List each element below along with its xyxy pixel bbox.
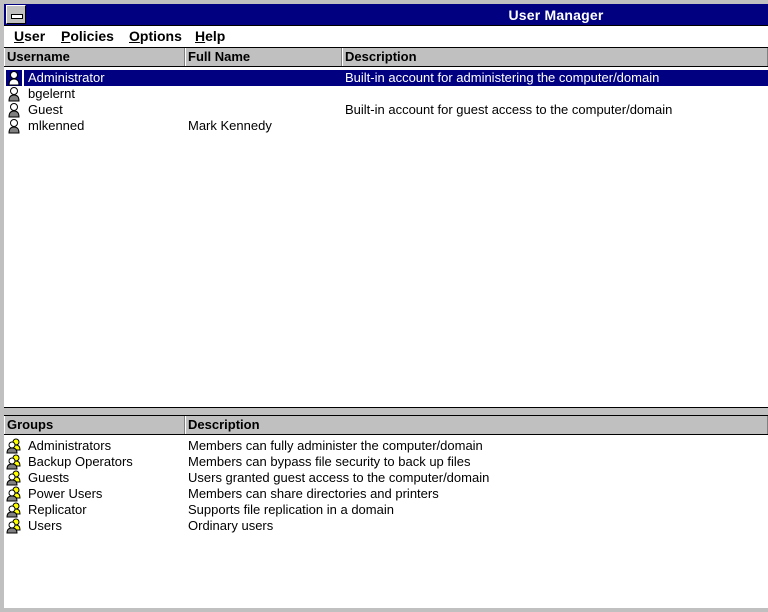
group-name: Guests <box>28 470 70 485</box>
menu-policies[interactable]: Policies <box>61 28 114 44</box>
full-name: Mark Kennedy <box>188 118 272 133</box>
title-bar[interactable]: User Manager <box>4 4 768 26</box>
user-row[interactable]: bgelernt <box>4 86 768 102</box>
group-row[interactable]: Users Ordinary users <box>4 518 768 534</box>
group-row[interactable]: Administrators Members can fully adminis… <box>4 438 768 454</box>
groups-list[interactable]: Groups Description Administrators Member… <box>4 416 768 608</box>
group-name: Power Users <box>28 486 103 501</box>
description: Built-in account for guest access to the… <box>345 102 673 117</box>
username: mlkenned <box>28 118 85 133</box>
user-icon <box>8 103 20 118</box>
username: bgelernt <box>28 86 75 101</box>
group-name: Administrators <box>28 438 112 453</box>
group-description: Members can bypass file security to back… <box>188 454 471 469</box>
user-icon <box>6 70 22 86</box>
group-description: Ordinary users <box>188 518 274 533</box>
group-name: Replicator <box>28 502 87 517</box>
menu-help[interactable]: Help <box>195 28 225 44</box>
users-list[interactable]: Username Full Name Description Administr… <box>4 48 768 407</box>
pane-splitter[interactable] <box>4 407 768 416</box>
username: Guest <box>28 102 63 117</box>
group-icon <box>6 454 21 470</box>
column-groups[interactable]: Groups <box>4 416 185 434</box>
group-row[interactable]: Power Users Members can share directorie… <box>4 486 768 502</box>
group-name: Users <box>28 518 62 533</box>
group-icon <box>6 502 21 518</box>
group-icon <box>6 486 21 502</box>
menu-options[interactable]: Options <box>129 28 182 44</box>
column-full-name[interactable]: Full Name <box>185 48 342 66</box>
group-name: Backup Operators <box>28 454 133 469</box>
group-description: Users granted guest access to the comput… <box>188 470 490 485</box>
user-row[interactable]: Administrator Built-in account for admin… <box>4 70 768 86</box>
column-description[interactable]: Description <box>342 48 768 66</box>
group-row[interactable]: Replicator Supports file replication in … <box>4 502 768 518</box>
group-description: Members can share directories and printe… <box>188 486 439 501</box>
username: Administrator <box>28 70 105 85</box>
user-icon <box>8 119 20 134</box>
group-icon <box>6 438 21 454</box>
user-icon <box>8 87 20 102</box>
menu-user-rest: ser <box>24 28 46 44</box>
group-icon <box>6 470 21 486</box>
group-row[interactable]: Backup Operators Members can bypass file… <box>4 454 768 470</box>
description: Built-in account for administering the c… <box>345 70 660 85</box>
group-description: Members can fully administer the compute… <box>188 438 483 453</box>
window-title: User Manager <box>508 7 604 23</box>
column-username[interactable]: Username <box>4 48 185 66</box>
user-row[interactable]: Guest Built-in account for guest access … <box>4 102 768 118</box>
menu-bar: User Policies Options Help <box>4 26 768 48</box>
menu-user[interactable]: User <box>14 28 45 44</box>
groups-header: Groups Description <box>4 416 768 435</box>
group-icon <box>6 518 21 534</box>
column-group-description[interactable]: Description <box>185 416 768 434</box>
user-manager-window: User Manager User Policies Options Help … <box>0 0 768 612</box>
group-description: Supports file replication in a domain <box>188 502 394 517</box>
users-header: Username Full Name Description <box>4 48 768 67</box>
group-row[interactable]: Guests Users granted guest access to the… <box>4 470 768 486</box>
user-row[interactable]: mlkenned Mark Kennedy <box>4 118 768 134</box>
